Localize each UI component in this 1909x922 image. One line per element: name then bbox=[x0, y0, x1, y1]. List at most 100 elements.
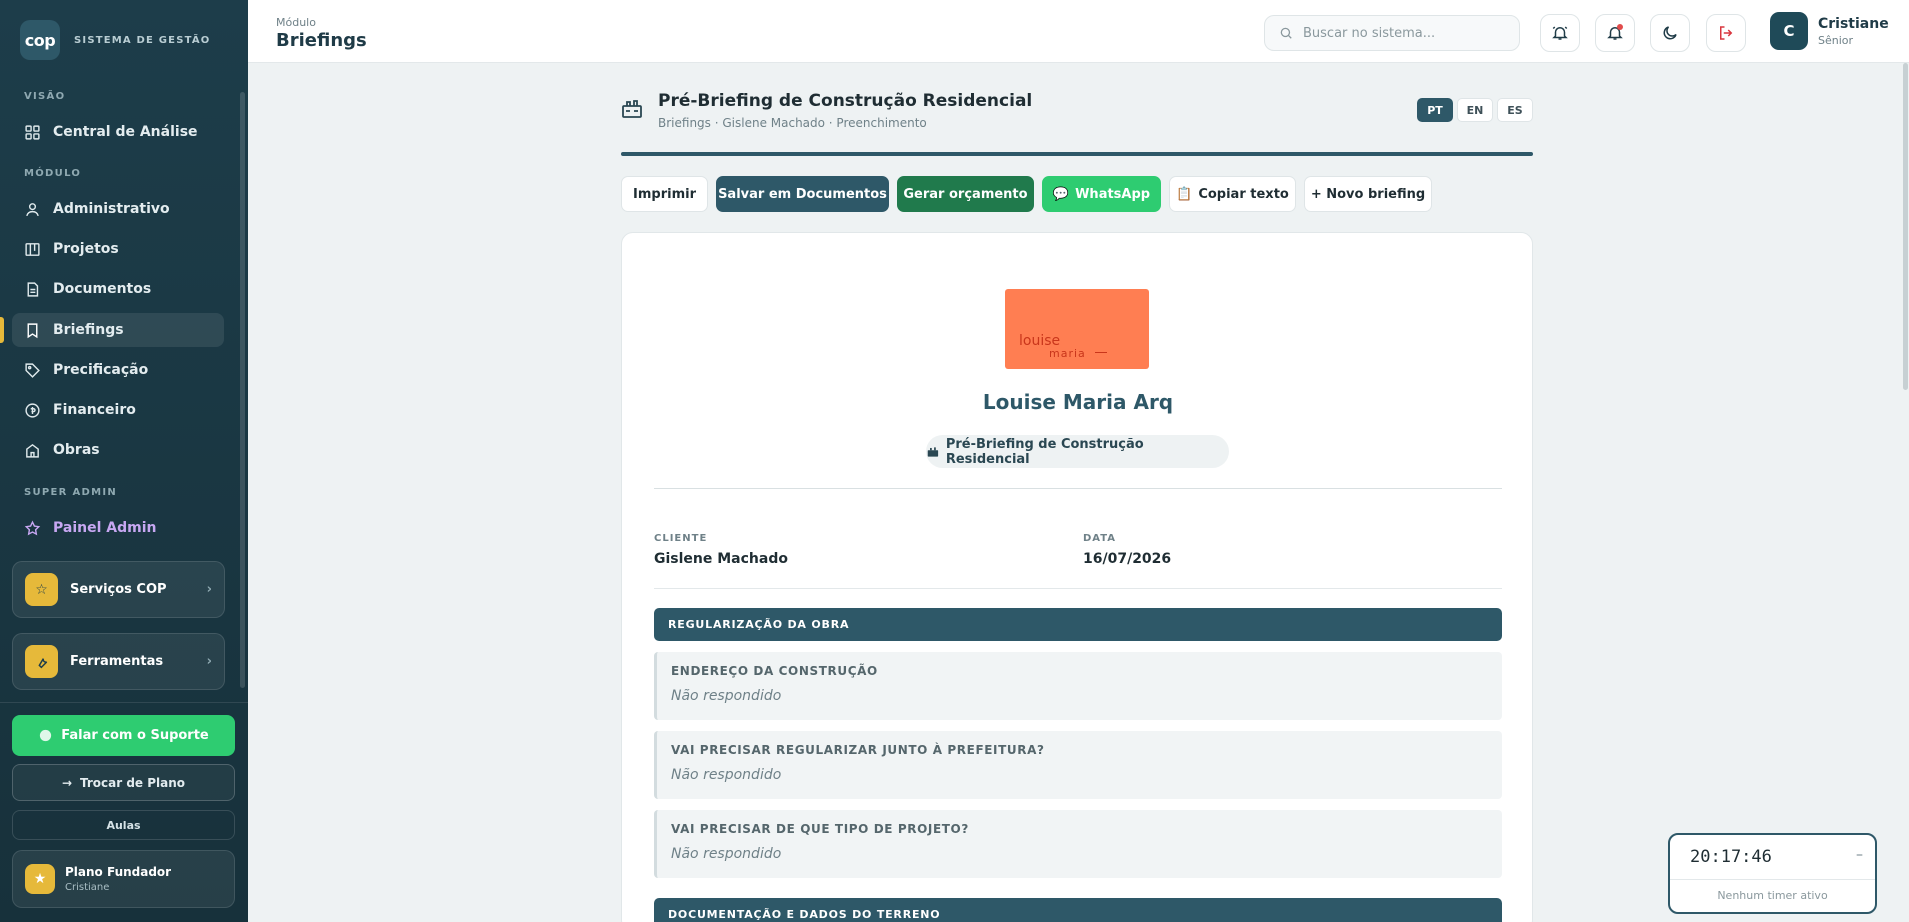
page-title: Briefings bbox=[276, 30, 367, 51]
document-title: Pré-Briefing de Construção Residencial bbox=[658, 91, 1033, 111]
office-name: Louise Maria Arq bbox=[982, 390, 1174, 414]
search-icon bbox=[1280, 27, 1292, 39]
theme-toggle-button[interactable] bbox=[1650, 14, 1690, 52]
sidebar-item-financeiro[interactable]: Financeiro bbox=[12, 393, 224, 427]
section-label-modulo: MÓDULO bbox=[24, 168, 82, 179]
sidebar-scrollbar[interactable] bbox=[240, 92, 245, 688]
whatsapp-button[interactable]: 💬 WhatsApp bbox=[1042, 176, 1161, 212]
question-text: ENDEREÇO DA CONSTRUÇÃO bbox=[671, 664, 878, 678]
whatsapp-label: WhatsApp bbox=[1075, 186, 1151, 202]
servicos-cop-button[interactable]: ☆ Serviços COP › bbox=[12, 561, 225, 618]
divider bbox=[0, 702, 248, 703]
section-header: DOCUMENTAÇÃO E DADOS DO TERRENO bbox=[654, 898, 1502, 922]
lang-pt-button[interactable]: PT bbox=[1417, 98, 1453, 122]
ferramentas-label: Ferramentas bbox=[70, 654, 164, 669]
servicos-cop-label: Serviços COP bbox=[70, 582, 167, 597]
kanban-icon bbox=[25, 242, 40, 256]
minimize-button[interactable]: – bbox=[1856, 847, 1863, 863]
active-indicator bbox=[0, 317, 4, 343]
user-icon bbox=[26, 202, 39, 216]
user-role: Sênior bbox=[1818, 33, 1854, 47]
timer-clock: 20:17:46 bbox=[1690, 847, 1772, 867]
change-plan-label: Trocar de Plano bbox=[80, 775, 186, 790]
search-box[interactable] bbox=[1264, 15, 1520, 51]
briefing-type-label: Pré-Briefing de Construção Residencial bbox=[945, 436, 1144, 467]
sidebar-item-painel-admin[interactable]: Painel Admin bbox=[12, 511, 224, 545]
plan-name: Plano Fundador bbox=[65, 865, 172, 879]
client-label: CLIENTE bbox=[654, 533, 708, 544]
moon-icon bbox=[1663, 26, 1677, 40]
question-item: VAI PRECISAR REGULARIZAR JUNTO À PREFEIT… bbox=[654, 731, 1502, 799]
brand[interactable]: cop SISTEMA DE GESTÃO bbox=[20, 20, 211, 60]
grid-icon bbox=[25, 124, 40, 140]
briefing-icon bbox=[620, 97, 644, 127]
sidebar-item-label: Briefings bbox=[53, 322, 124, 338]
ferramentas-button[interactable]: Ferramentas › bbox=[12, 633, 225, 690]
sidebar-item-label: Projetos bbox=[53, 241, 119, 257]
question-text: VAI PRECISAR DE QUE TIPO DE PROJETO? bbox=[671, 822, 969, 836]
section-label-visao: VISÃO bbox=[24, 91, 66, 102]
bell-ring-icon bbox=[1552, 26, 1568, 40]
arrow-right-icon: → bbox=[61, 775, 72, 790]
section-label-super-admin: SUPER ADMIN bbox=[24, 487, 118, 498]
header-rule bbox=[621, 152, 1533, 156]
save-documents-button[interactable]: Salvar em Documentos bbox=[716, 176, 889, 212]
lang-en-button[interactable]: EN bbox=[1457, 98, 1493, 122]
copy-text-button[interactable]: 📋 Copiar texto bbox=[1169, 176, 1296, 212]
answer-text: Não respondido bbox=[671, 767, 782, 783]
lang-es-button[interactable]: ES bbox=[1497, 98, 1533, 122]
sidebar-item-label: Precificação bbox=[53, 362, 149, 378]
generate-quote-button[interactable]: Gerar orçamento bbox=[897, 176, 1034, 212]
sidebar-item-projetos[interactable]: Projetos bbox=[12, 232, 224, 266]
topbar: Módulo Briefings C Cristiane Sênior bbox=[248, 0, 1909, 63]
user-menu[interactable]: C Cristiane Sênior bbox=[1770, 12, 1889, 50]
sidebar-item-central-analise[interactable]: Central de Análise bbox=[12, 115, 224, 149]
clipboard-icon: 📋 bbox=[1176, 186, 1193, 202]
briefing-type-badge: Pré-Briefing de Construção Residencial bbox=[926, 435, 1229, 468]
alarm-button[interactable] bbox=[1540, 14, 1580, 52]
sidebar-item-administrativo[interactable]: Administrativo bbox=[12, 192, 224, 226]
divider bbox=[654, 588, 1502, 589]
sidebar-item-label: Administrativo bbox=[53, 201, 170, 217]
coin-icon bbox=[25, 402, 40, 418]
star-icon: ☆ bbox=[25, 573, 58, 606]
sidebar-item-label: Central de Análise bbox=[53, 124, 198, 140]
sidebar-item-documentos[interactable]: Documentos bbox=[12, 272, 224, 306]
logo-line2: maria bbox=[1049, 347, 1086, 360]
search-input[interactable] bbox=[1303, 25, 1503, 41]
question-item: ENDEREÇO DA CONSTRUÇÃO Não respondido bbox=[654, 652, 1502, 720]
office-logo: louise maria bbox=[1005, 289, 1149, 369]
divider bbox=[654, 488, 1502, 489]
plan-user: Cristiane bbox=[65, 882, 110, 893]
answer-text: Não respondido bbox=[671, 688, 782, 704]
speech-bubble-icon: 💬 bbox=[1052, 186, 1070, 202]
question-text: VAI PRECISAR REGULARIZAR JUNTO À PREFEIT… bbox=[671, 743, 1045, 757]
client-value: Gislene Machado bbox=[654, 551, 788, 567]
plan-card[interactable]: ★ Plano Fundador Cristiane bbox=[12, 850, 235, 908]
sidebar-item-label: Painel Admin bbox=[53, 520, 157, 536]
sidebar-item-briefings[interactable]: Briefings bbox=[12, 313, 224, 347]
sidebar: cop SISTEMA DE GESTÃO VISÃO Central de A… bbox=[0, 0, 248, 922]
timer-widget: 20:17:46 – Nenhum timer ativo bbox=[1668, 833, 1877, 914]
avatar: C bbox=[1770, 12, 1808, 50]
sidebar-item-label: Documentos bbox=[53, 281, 152, 297]
logout-icon bbox=[1720, 26, 1733, 40]
support-button[interactable]: Falar com o Suporte bbox=[12, 715, 235, 756]
star-icon bbox=[24, 519, 41, 535]
breadcrumb: Briefings · Gislene Machado · Preenchime… bbox=[658, 116, 927, 130]
logout-button[interactable] bbox=[1706, 14, 1746, 52]
print-button[interactable]: Imprimir bbox=[621, 176, 708, 212]
change-plan-button[interactable]: → Trocar de Plano bbox=[12, 764, 235, 801]
notifications-button[interactable] bbox=[1595, 14, 1635, 52]
sidebar-item-obras[interactable]: Obras bbox=[12, 433, 224, 467]
question-item: VAI PRECISAR DE QUE TIPO DE PROJETO? Não… bbox=[654, 810, 1502, 878]
date-value: 16/07/2026 bbox=[1083, 551, 1172, 567]
sidebar-item-precificacao[interactable]: Precificação bbox=[12, 353, 224, 387]
building-icon bbox=[26, 443, 39, 458]
aulas-button[interactable]: Aulas bbox=[12, 810, 235, 840]
new-briefing-button[interactable]: + Novo briefing bbox=[1304, 176, 1432, 212]
briefing-document: louise maria Louise Maria Arq Pré-Briefi… bbox=[621, 232, 1533, 922]
page-scrollbar[interactable] bbox=[1903, 63, 1908, 390]
timer-status: Nenhum timer ativo bbox=[1717, 889, 1828, 902]
chat-icon bbox=[40, 729, 52, 742]
